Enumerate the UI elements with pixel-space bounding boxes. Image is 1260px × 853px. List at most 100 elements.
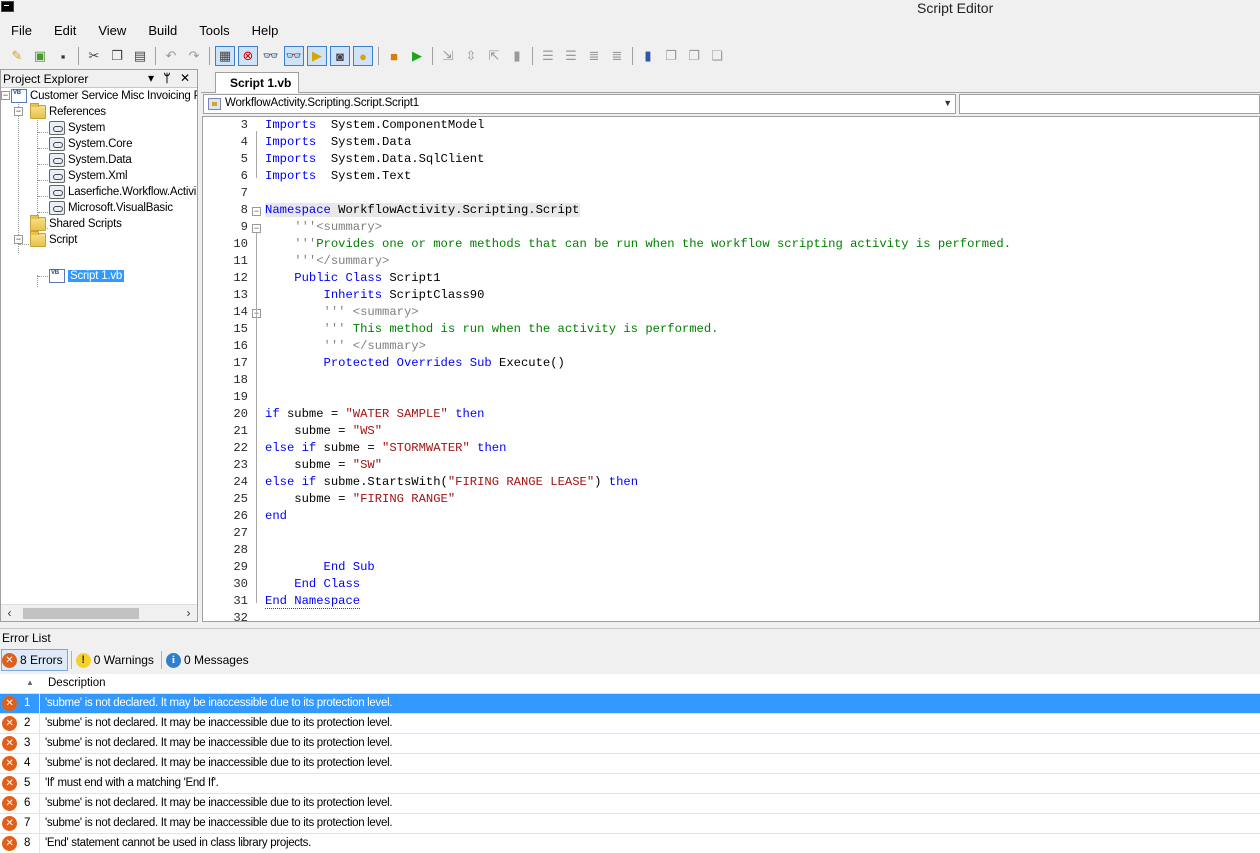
collapse-region-toggle[interactable]: − xyxy=(252,207,261,216)
save-icon[interactable]: ▪ xyxy=(53,46,73,66)
code-line[interactable]: 17 Protected Overrides Sub Execute() xyxy=(203,356,1259,373)
tree-item-ref-system-xml[interactable]: System.Xml xyxy=(49,168,128,184)
collapse-script-toggle[interactable]: − xyxy=(14,235,23,244)
paste-icon[interactable]: ▤ xyxy=(130,46,150,66)
warnings-filter-button[interactable]: ! 0 Warnings xyxy=(75,649,158,671)
code-line[interactable]: 15 ''' This method is run when the activ… xyxy=(203,322,1259,339)
code-line[interactable]: 24 else if subme.StartsWith("FIRING RANGE… xyxy=(203,475,1259,492)
collapse-region-toggle[interactable]: − xyxy=(252,224,261,233)
code-line[interactable]: 23 subme = "SW" xyxy=(203,458,1259,475)
error-row[interactable]: ✕ 2 'subme' is not declared. It may be ina… xyxy=(0,714,1260,734)
tree-item-script-folder[interactable]: Script xyxy=(30,231,77,248)
messages-filter-button[interactable]: i 0 Messages xyxy=(165,649,253,671)
code-line[interactable]: 12 Public Class Script1 xyxy=(203,271,1259,288)
app-icon[interactable] xyxy=(1,1,14,12)
find-icon[interactable]: 👓 xyxy=(261,46,281,66)
menu-edit[interactable]: Edit xyxy=(43,21,87,41)
scroll-thumb[interactable] xyxy=(23,608,139,619)
tree-item-shared-scripts[interactable]: Shared Scripts xyxy=(30,215,122,232)
member-dropdown[interactable] xyxy=(959,94,1260,114)
code-line[interactable]: 7 xyxy=(203,186,1259,203)
collapse-project-toggle[interactable]: − xyxy=(1,91,10,100)
error-row[interactable]: ✕ 1 'subme' is not declared. It may be ina… xyxy=(0,694,1260,714)
step-out-icon[interactable]: ⇱ xyxy=(484,46,504,66)
code-line[interactable]: 4 Imports System.Data xyxy=(203,135,1259,152)
code-line[interactable]: 19 xyxy=(203,390,1259,407)
outdent-icon[interactable]: ≣ xyxy=(607,46,627,66)
code-area[interactable]: 3 Imports System.ComponentModel 4 Imports S… xyxy=(203,117,1259,621)
menu-file[interactable]: File xyxy=(0,21,43,41)
watch-window-icon[interactable]: ◙ xyxy=(330,46,350,66)
collapse-references-toggle[interactable]: − xyxy=(14,107,23,116)
scroll-right-icon[interactable]: › xyxy=(180,606,197,621)
panel-pin-close-buttons[interactable]: ▾ ᛘ ✕ xyxy=(148,71,193,85)
uncomment-icon[interactable]: ☰ xyxy=(561,46,581,66)
code-line[interactable]: 8− Namespace WorkflowActivity.Scripting.S… xyxy=(203,203,1259,220)
code-line[interactable]: 11 '''</summary> xyxy=(203,254,1259,271)
code-line[interactable]: 10 '''Provides one or more methods that … xyxy=(203,237,1259,254)
code-line[interactable]: 26 end xyxy=(203,509,1259,526)
scroll-left-icon[interactable]: ‹ xyxy=(1,606,18,621)
error-row[interactable]: ✕ 6 'subme' is not declared. It may be ina… xyxy=(0,794,1260,814)
code-editor[interactable]: 3 Imports System.ComponentModel 4 Imports S… xyxy=(202,116,1260,622)
undo-icon[interactable]: ↶ xyxy=(161,46,181,66)
clear-bookmarks-icon[interactable]: ❏ xyxy=(707,46,727,66)
menu-tools[interactable]: Tools xyxy=(188,21,240,41)
tree-item-ref-laserfiche[interactable]: Laserfiche.Workflow.Activi xyxy=(49,184,196,200)
tab-script-1-vb[interactable]: Script 1.vb xyxy=(215,72,299,93)
code-line[interactable]: 14− ''' <summary> xyxy=(203,305,1259,322)
code-line[interactable]: 13 Inherits ScriptClass90 xyxy=(203,288,1259,305)
error-row[interactable]: ✕ 3 'subme' is not declared. It may be ina… xyxy=(0,734,1260,754)
find-replace-icon[interactable]: 👓 xyxy=(284,46,304,66)
next-bookmark-icon[interactable]: ❐ xyxy=(684,46,704,66)
prev-bookmark-icon[interactable]: ❐ xyxy=(661,46,681,66)
build-icon[interactable]: ■ xyxy=(384,46,404,66)
chevron-down-icon[interactable]: ▼ xyxy=(943,98,952,108)
error-row[interactable]: ✕ 7 'subme' is not declared. It may be ina… xyxy=(0,814,1260,834)
tree-item-ref-system-data[interactable]: System.Data xyxy=(49,152,132,168)
new-script-icon[interactable]: ✎ xyxy=(7,46,27,66)
error-row[interactable]: ✕ 5 'If' must end with a matching 'End If'… xyxy=(0,774,1260,794)
code-line[interactable]: 32 xyxy=(203,611,1259,621)
code-line[interactable]: 9− '''<summary> xyxy=(203,220,1259,237)
breakpoints-window-icon[interactable]: ● xyxy=(353,46,373,66)
horizontal-scrollbar[interactable]: ‹ › xyxy=(1,604,197,621)
tree-item-project[interactable]: Customer Service Misc Invoicing P xyxy=(11,88,197,104)
tree-item-references[interactable]: References xyxy=(30,103,106,120)
bookmark-icon[interactable]: ▮ xyxy=(638,46,658,66)
code-line[interactable]: 3 Imports System.ComponentModel xyxy=(203,118,1259,135)
menu-build[interactable]: Build xyxy=(137,21,188,41)
code-line[interactable]: 30 End Class xyxy=(203,577,1259,594)
menu-help[interactable]: Help xyxy=(241,21,290,41)
properties-icon[interactable]: ▦ xyxy=(215,46,235,66)
redo-icon[interactable]: ↷ xyxy=(184,46,204,66)
code-line[interactable]: 21 subme = "WS" xyxy=(203,424,1259,441)
code-line[interactable]: 29 End Sub xyxy=(203,560,1259,577)
code-line[interactable]: 22 else if subme = "STORMWATER" then xyxy=(203,441,1259,458)
code-line[interactable]: 6 Imports System.Text xyxy=(203,169,1259,186)
run-icon[interactable]: ▶ xyxy=(407,46,427,66)
code-line[interactable]: 5 Imports System.Data.SqlClient xyxy=(203,152,1259,169)
copy-icon[interactable]: ❐ xyxy=(107,46,127,66)
stop-debug-icon[interactable]: ▮ xyxy=(507,46,527,66)
step-over-icon[interactable]: ⇳ xyxy=(461,46,481,66)
class-dropdown[interactable]: WorkflowActivity.Scripting.Script.Script… xyxy=(203,94,956,114)
error-toggle-icon[interactable]: ⊗ xyxy=(238,46,258,66)
output-window-icon[interactable]: ▶ xyxy=(307,46,327,66)
code-line[interactable]: 20 if subme = "WATER SAMPLE" then xyxy=(203,407,1259,424)
code-line[interactable]: 27 xyxy=(203,526,1259,543)
tree-item-ref-visualbasic[interactable]: Microsoft.VisualBasic xyxy=(49,200,173,216)
code-line[interactable]: 31 End Namespace xyxy=(203,594,1259,611)
error-row[interactable]: ✕ 8 'End' statement cannot be used in clas… xyxy=(0,834,1260,853)
sort-ascending-icon[interactable]: ▲ xyxy=(22,674,41,694)
description-column-header[interactable]: Description xyxy=(48,677,106,689)
code-line[interactable]: 18 xyxy=(203,373,1259,390)
code-line[interactable]: 28 xyxy=(203,543,1259,560)
code-line[interactable]: 16 ''' </summary> xyxy=(203,339,1259,356)
step-into-icon[interactable]: ⇲ xyxy=(438,46,458,66)
code-line[interactable]: 25 subme = "FIRING RANGE" xyxy=(203,492,1259,509)
error-row[interactable]: ✕ 4 'subme' is not declared. It may be ina… xyxy=(0,754,1260,774)
tree-item-script-file[interactable]: Script 1.vb xyxy=(49,268,125,284)
cut-icon[interactable]: ✂ xyxy=(84,46,104,66)
menu-view[interactable]: View xyxy=(87,21,137,41)
